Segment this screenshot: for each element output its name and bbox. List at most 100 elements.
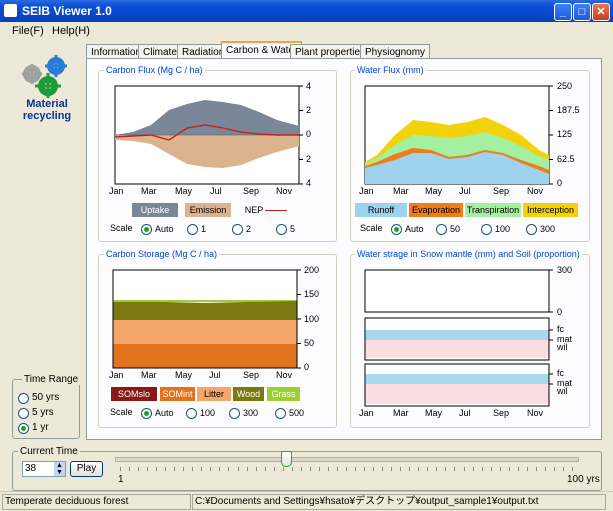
slider-tick xyxy=(517,467,519,471)
slider-tick xyxy=(246,467,248,471)
cf-ytick: 2 xyxy=(306,105,312,115)
cs-xtick: Nov xyxy=(276,370,293,380)
close-button[interactable]: ✕ xyxy=(592,3,610,21)
slider-tick xyxy=(382,467,384,471)
cf-xtick: Nov xyxy=(276,186,293,196)
cf-scale-5-radio[interactable] xyxy=(276,224,287,235)
cf-scale-auto-radio[interactable] xyxy=(141,224,152,235)
slider-tick xyxy=(120,467,121,471)
slider-tick xyxy=(373,467,375,471)
wf-ytick: 125 xyxy=(557,129,573,139)
cs-scale-option: Auto xyxy=(155,408,174,418)
slider-tick xyxy=(309,467,311,471)
litter-band xyxy=(113,320,297,344)
spin-arrows-icon[interactable]: ▲ ▼ xyxy=(54,462,65,476)
play-button[interactable]: Play xyxy=(70,461,103,477)
current-time-value: 38 xyxy=(25,463,37,474)
time-slider-thumb[interactable] xyxy=(280,451,292,467)
slider-tick xyxy=(454,467,456,471)
slider-tick xyxy=(264,467,266,471)
ws-xtick: Jul xyxy=(459,408,471,418)
slider-tick xyxy=(535,467,537,471)
status-file-path: C:¥Documents and Settings¥hsato¥デスクトップ¥o… xyxy=(192,494,606,510)
time-range-5yrs-radio[interactable] xyxy=(18,408,29,419)
cf-scale-2-radio[interactable] xyxy=(232,224,243,235)
slider-tick xyxy=(346,467,347,471)
slider-tick xyxy=(364,467,366,471)
cf-scale-option: 2 xyxy=(246,224,252,234)
carbon-storage-chart xyxy=(112,269,301,369)
slider-tick xyxy=(562,467,564,471)
slider-tick xyxy=(481,467,483,471)
legend-grass: Grass xyxy=(267,387,300,401)
maximize-button[interactable]: □ xyxy=(573,3,591,21)
somint-band xyxy=(113,344,297,368)
menu-file[interactable]: File(F) xyxy=(12,25,44,37)
cs-scale-300-radio[interactable] xyxy=(229,408,240,419)
wf-scale-option: 50 xyxy=(450,224,461,234)
minimize-button[interactable]: _ xyxy=(554,3,572,21)
slider-tick xyxy=(391,467,393,471)
ws-fc-label: fc xyxy=(557,324,565,334)
wf-xtick: Mar xyxy=(393,186,409,196)
slider-tick xyxy=(210,467,212,471)
cs-scale-auto-radio[interactable] xyxy=(141,408,152,419)
slider-tick xyxy=(400,467,402,471)
status-vegetation: Temperate deciduous forest xyxy=(2,494,191,510)
time-slider-track[interactable] xyxy=(115,457,579,462)
wf-ytick: 62.5 xyxy=(557,154,575,164)
cs-scale-option: 500 xyxy=(289,408,305,418)
legend-somslo: SOMslo xyxy=(111,387,157,401)
wf-scale-label: Scale xyxy=(360,223,383,233)
slider-tick xyxy=(183,467,185,471)
slider-tick xyxy=(327,467,329,471)
slider-tick xyxy=(463,467,465,471)
wf-xtick: Nov xyxy=(527,186,544,196)
cf-xtick: Jul xyxy=(210,186,222,196)
cf-ytick: 2 xyxy=(306,154,312,164)
ws-xtick: Mar xyxy=(393,408,409,418)
cs-ytick: 100 xyxy=(304,314,320,324)
ws-xtick: Sep xyxy=(493,408,510,418)
cf-xtick: Mar xyxy=(141,186,157,196)
current-time-stepper[interactable]: 38 ▲ ▼ xyxy=(22,461,66,477)
cs-ytick: 50 xyxy=(304,338,315,348)
cs-ytick: 200 xyxy=(304,265,320,275)
slider-tick xyxy=(138,467,140,471)
time-range-50yrs-radio[interactable] xyxy=(18,393,29,404)
gears-icon xyxy=(18,54,76,99)
time-range-title: Time Range xyxy=(22,374,81,385)
menu-bar: File(F) Help(H) xyxy=(0,22,613,40)
title-bar: SEIB Viewer 1.0 _ □ ✕ xyxy=(0,0,613,22)
wf-ytick: 0 xyxy=(557,178,563,188)
ws-wil-label: wil xyxy=(557,386,568,396)
slider-tick xyxy=(508,467,510,471)
cf-scale-1-radio[interactable] xyxy=(187,224,198,235)
logo-line-1: Material xyxy=(26,98,68,110)
cf-xtick: May xyxy=(175,186,193,196)
time-range-option: 1 yr xyxy=(32,422,49,433)
wf-scale-50-radio[interactable] xyxy=(436,224,447,235)
cf-scale-option: Auto xyxy=(155,224,174,234)
legend-emission: Emission xyxy=(185,203,231,217)
carbon-storage-title: Carbon Storage (Mg C / ha) xyxy=(104,249,220,259)
wf-scale-auto-radio[interactable] xyxy=(391,224,402,235)
wf-scale-100-radio[interactable] xyxy=(481,224,492,235)
wf-scale-option: Auto xyxy=(405,224,424,234)
cs-xtick: Jul xyxy=(209,370,221,380)
slider-tick xyxy=(291,467,293,471)
cs-scale-100-radio[interactable] xyxy=(186,408,197,419)
cs-xtick: Mar xyxy=(141,370,157,380)
wf-scale-option: 100 xyxy=(495,224,511,234)
slider-tick xyxy=(156,467,158,471)
legend-evaporation: Evaporation xyxy=(409,203,463,217)
slider-tick xyxy=(237,467,239,471)
time-range-1yr-radio[interactable] xyxy=(18,423,29,434)
cs-scale-500-radio[interactable] xyxy=(275,408,286,419)
slider-tick xyxy=(553,467,555,471)
cf-scale-option: 1 xyxy=(201,224,207,234)
slider-tick xyxy=(201,467,203,471)
menu-help[interactable]: Help(H) xyxy=(52,25,90,37)
wf-scale-300-radio[interactable] xyxy=(526,224,537,235)
slider-tick xyxy=(147,467,149,471)
